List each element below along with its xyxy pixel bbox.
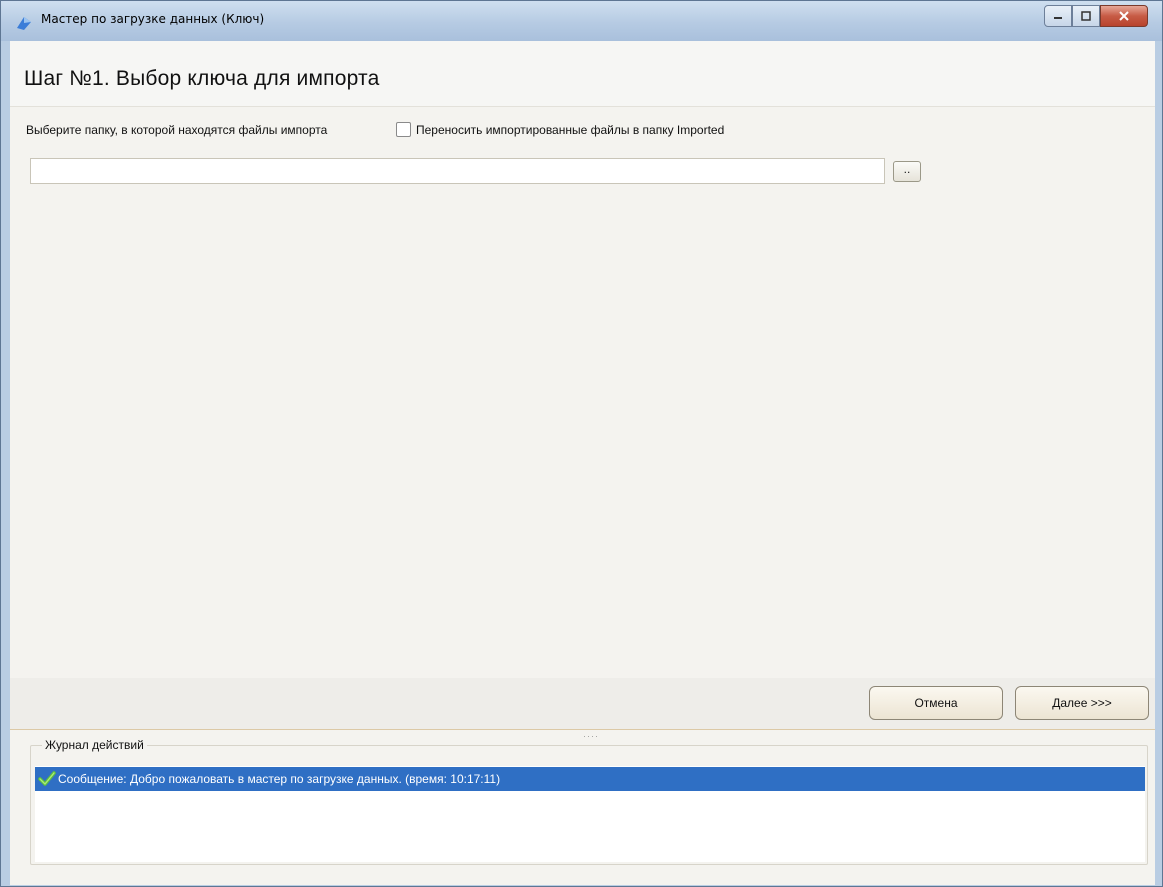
log-entry-text: Сообщение: Добро пожаловать в мастер по … — [58, 772, 501, 786]
step-header: Шаг №1. Выбор ключа для импорта — [10, 41, 1155, 107]
title-bar[interactable]: Мастер по загрузке данных (Ключ) — [1, 1, 1162, 41]
minimize-icon — [1054, 17, 1062, 19]
wizard-window: Мастер по загрузке данных (Ключ) Шаг №1.… — [0, 0, 1163, 887]
action-log-list[interactable]: Сообщение: Добро пожаловать в мастер по … — [35, 766, 1145, 862]
close-button[interactable] — [1100, 5, 1148, 27]
log-entry[interactable]: Сообщение: Добро пожаловать в мастер по … — [35, 767, 1145, 791]
folder-path-input[interactable] — [30, 158, 885, 184]
page-title: Шаг №1. Выбор ключа для импорта — [24, 67, 380, 90]
move-imported-checkbox[interactable] — [396, 122, 411, 137]
maximize-button[interactable] — [1072, 5, 1100, 27]
close-icon — [1119, 11, 1129, 21]
checkmark-icon — [38, 771, 56, 786]
action-log-title: Журнал действий — [42, 738, 147, 752]
next-button[interactable]: Далее >>> — [1015, 686, 1149, 720]
splitter-grip[interactable]: ···· — [583, 731, 599, 741]
wizard-client-area: Шаг №1. Выбор ключа для импорта Выберите… — [10, 41, 1155, 885]
cancel-button[interactable]: Отмена — [869, 686, 1003, 720]
window-title: Мастер по загрузке данных (Ключ) — [41, 12, 265, 26]
maximize-icon — [1081, 11, 1091, 21]
move-imported-checkbox-label[interactable]: Переносить импортированные файлы в папку… — [416, 123, 724, 137]
folder-label: Выберите папку, в которой находятся файл… — [26, 123, 328, 137]
minimize-button[interactable] — [1044, 5, 1072, 27]
window-controls — [1044, 5, 1148, 29]
browse-folder-button[interactable]: .. — [893, 161, 921, 182]
app-icon — [17, 17, 31, 30]
